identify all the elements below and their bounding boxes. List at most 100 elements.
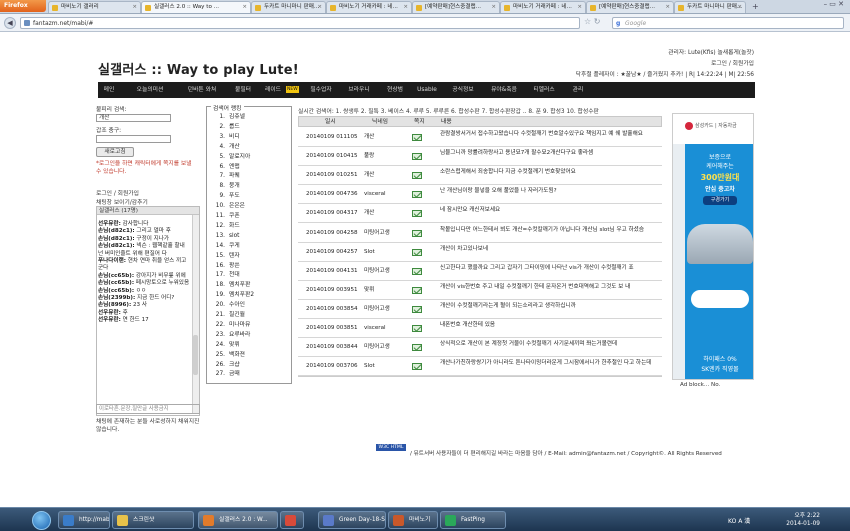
- ranking-item[interactable]: 20. 수아인: [207, 301, 293, 309]
- menu-item-dunbarton[interactable]: 던바튼 와쳐: [178, 82, 226, 98]
- close-icon[interactable]: ×: [317, 2, 322, 13]
- row-nick[interactable]: visceral: [364, 185, 386, 204]
- ranking-item[interactable]: 12. 화드: [207, 222, 293, 230]
- tab-4[interactable]: 마비노기 거래카페 : 네... ×: [326, 1, 412, 13]
- side-advertisement[interactable]: 삼성카드 | 자동차금 보증으로 케어해주는 300만원대 안심 중고차 구경가…: [672, 113, 754, 380]
- row-nick[interactable]: 미팅어고생: [364, 262, 390, 281]
- close-icon[interactable]: ×: [577, 2, 582, 13]
- ranking-item[interactable]: 1. 김쥬넬: [207, 113, 293, 121]
- close-icon[interactable]: ×: [665, 2, 670, 13]
- chat-scrollbar[interactable]: [192, 215, 199, 413]
- window-controls[interactable]: – ▭ ✕: [780, 0, 850, 13]
- taskbar-item[interactable]: [280, 511, 304, 529]
- menu-item-main[interactable]: 메인: [98, 82, 120, 98]
- ranking-item[interactable]: 26. 크샵: [207, 361, 293, 369]
- menu-item-usable[interactable]: Usable: [412, 82, 442, 98]
- chat-input[interactable]: 이로타혼.문장,질만글 사용금지: [96, 404, 200, 414]
- close-icon[interactable]: ×: [491, 2, 496, 13]
- firefox-menu-button[interactable]: Firefox: [0, 0, 46, 12]
- ranking-item[interactable]: 22. 미나마뮤: [207, 321, 293, 329]
- login-link[interactable]: 로그인 / 회원가입: [96, 188, 139, 197]
- memo-envelope-icon[interactable]: [412, 229, 422, 237]
- row-nick[interactable]: Slot: [364, 243, 375, 262]
- menu-item-raid[interactable]: 레이드: [258, 82, 288, 98]
- bookmark-star-icon[interactable]: ☆ ↻: [584, 17, 600, 26]
- ranking-item[interactable]: 8. 붕개: [207, 182, 293, 190]
- tab-1[interactable]: 마비노기 갤러리 ×: [48, 1, 141, 13]
- menu-item-tiellus[interactable]: 티엘러스: [526, 82, 562, 98]
- menu-item-admin[interactable]: 관리: [566, 82, 590, 98]
- row-nick[interactable]: 미팅어고생: [364, 338, 390, 357]
- memo-envelope-icon[interactable]: [412, 344, 422, 352]
- memo-envelope-icon[interactable]: [412, 325, 422, 332]
- memo-envelope-icon[interactable]: [412, 191, 422, 199]
- tab-6[interactable]: 마비노기 거래카페 : 네... ×: [500, 1, 586, 13]
- row-nick[interactable]: 미팅어고생: [364, 300, 390, 319]
- ranking-item[interactable]: 23. 요루바라: [207, 331, 293, 339]
- tab-7[interactable]: [예약판매]현스중결랩... ×: [586, 1, 674, 13]
- close-icon[interactable]: ×: [242, 2, 247, 13]
- menu-item-wanted[interactable]: 현상범: [380, 82, 410, 98]
- memo-envelope-icon[interactable]: [412, 305, 422, 313]
- row-nick[interactable]: 맞뤼: [364, 281, 374, 300]
- menu-item-official[interactable]: 공식정보: [446, 82, 480, 98]
- chat-scroll-thumb[interactable]: [193, 335, 198, 375]
- system-tray[interactable]: KO A 漢: [728, 516, 750, 525]
- ranking-item[interactable]: 25. 백화젼: [207, 351, 293, 359]
- site-logo[interactable]: 실갤러스 :: Way to play Lute!: [98, 59, 299, 78]
- ranking-item[interactable]: 10. 은은은: [207, 202, 293, 210]
- peek-input[interactable]: [96, 135, 171, 143]
- memo-envelope-icon[interactable]: [412, 248, 422, 256]
- char-search-input[interactable]: 개산: [96, 114, 171, 122]
- taskbar-item[interactable]: 스크린샷: [112, 511, 194, 529]
- row-nick[interactable]: 개산: [364, 166, 374, 185]
- ad-cta-button[interactable]: 구경가기: [703, 196, 737, 205]
- start-button[interactable]: [32, 511, 51, 530]
- row-nick[interactable]: 개산: [364, 128, 374, 147]
- menu-item-tools[interactable]: 필수업자: [304, 82, 338, 98]
- tab-5[interactable]: [예약판매]현스중결랩... ×: [412, 1, 500, 13]
- tab-2[interactable]: 실갤러스 2.0 :: Way to ... ×: [141, 1, 251, 13]
- ranking-item[interactable]: 3. 비디: [207, 133, 293, 141]
- taskbar-item[interactable]: 마비노기: [388, 511, 438, 529]
- search-input[interactable]: g Google: [612, 17, 844, 29]
- ranking-item[interactable]: 21. 칠긴월: [207, 311, 293, 319]
- ranking-item[interactable]: 5. 알료지아: [207, 153, 293, 161]
- ranking-item[interactable]: 24. 맞뤼: [207, 341, 293, 349]
- memo-envelope-icon[interactable]: [412, 286, 422, 294]
- ranking-item[interactable]: 7. 파퀘: [207, 172, 293, 180]
- close-icon[interactable]: ×: [737, 2, 742, 13]
- ranking-item[interactable]: 19. 멤치푸판2: [207, 291, 293, 299]
- close-icon[interactable]: ×: [132, 2, 137, 13]
- taskbar-item[interactable]: http://mabinogi...: [58, 511, 110, 529]
- menu-item-brownie[interactable]: 브라우니: [342, 82, 376, 98]
- address-bar[interactable]: fantazm.net/mabi/#: [20, 17, 580, 29]
- ranking-item[interactable]: 9. 푸도: [207, 192, 293, 200]
- ranking-item[interactable]: 13. slot: [207, 232, 293, 240]
- row-nick[interactable]: Slot: [364, 357, 375, 376]
- refresh-button[interactable]: 새로고침: [96, 147, 134, 157]
- ranking-item[interactable]: 2. 룹드: [207, 123, 293, 131]
- back-arrow-icon[interactable]: ◀: [4, 17, 16, 29]
- memo-envelope-icon[interactable]: [412, 210, 422, 218]
- tab-3[interactable]: 두카트 마니마니 판매... ×: [251, 1, 326, 13]
- memo-envelope-icon[interactable]: [412, 267, 422, 275]
- tab-8[interactable]: 두카트 마니마니 판매... ×: [674, 1, 746, 13]
- memo-envelope-icon[interactable]: [412, 363, 422, 371]
- ranking-item[interactable]: 18. 멤치푸판: [207, 281, 293, 289]
- memo-envelope-icon[interactable]: [412, 153, 422, 161]
- login-register-link[interactable]: 로그인 / 회원가입: [576, 59, 754, 70]
- row-nick[interactable]: 풀랑: [364, 147, 374, 166]
- new-tab-icon[interactable]: +: [752, 2, 759, 11]
- clock[interactable]: 오후 2:22 2014-01-09: [786, 512, 820, 528]
- close-icon[interactable]: ×: [403, 2, 408, 13]
- w3c-badge[interactable]: W3C HTML 4.01: [376, 444, 406, 457]
- row-nick[interactable]: 미팅어고생: [364, 224, 390, 243]
- ranking-item[interactable]: 17. 천대: [207, 271, 293, 279]
- chat-toggle-link[interactable]: 채팅창 보이기/감추기: [96, 197, 148, 206]
- ranking-item[interactable]: 27. 금때: [207, 370, 293, 378]
- row-nick[interactable]: visceral: [364, 319, 386, 338]
- taskbar-item[interactable]: 실갤러스 2.0 : W...: [198, 511, 278, 529]
- taskbar-item[interactable]: Green Day-18-S...: [318, 511, 386, 529]
- ranking-item[interactable]: 11. 쿠폰: [207, 212, 293, 220]
